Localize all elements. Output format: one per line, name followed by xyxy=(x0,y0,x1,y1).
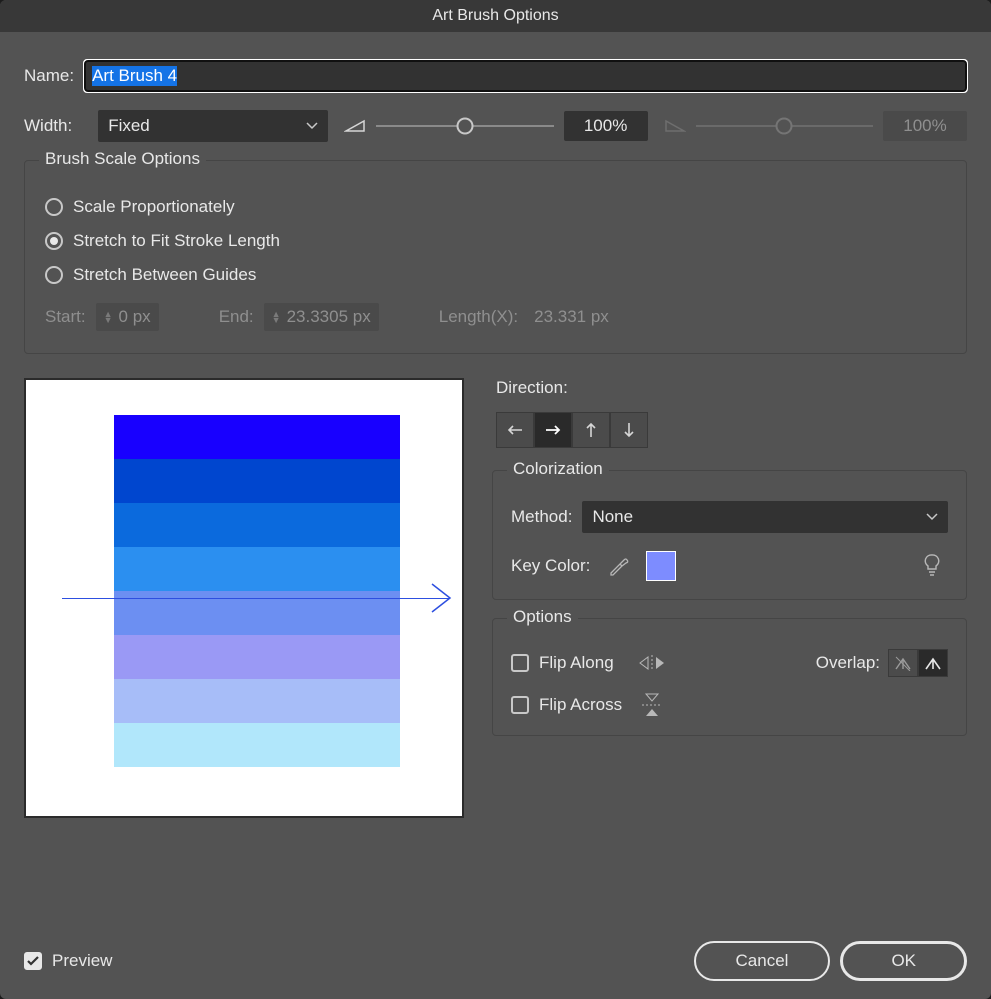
stretch-guides-radio[interactable]: Stretch Between Guides xyxy=(45,265,946,285)
start-spinbox: ▲▼ 0 px xyxy=(96,303,159,331)
overlap-label: Overlap: xyxy=(816,653,880,673)
colorization-section: Colorization Method: None Key Color: xyxy=(492,470,967,600)
key-color-row: Key Color: xyxy=(511,551,948,581)
eyedropper-button[interactable] xyxy=(604,552,632,580)
width-value-2: 100% xyxy=(883,111,967,141)
direction-section: Direction: xyxy=(492,378,967,448)
right-column: Direction: Colorization Method: None xyxy=(492,378,967,927)
width-slider-2 xyxy=(696,116,873,136)
width-select[interactable]: Fixed xyxy=(98,110,328,142)
taper-right-icon xyxy=(664,116,686,136)
ok-button[interactable]: OK xyxy=(840,941,967,981)
cancel-button[interactable]: Cancel xyxy=(694,941,831,981)
arrow-right-icon xyxy=(430,582,456,614)
method-label: Method: xyxy=(511,507,572,527)
arrow-right-icon xyxy=(545,424,561,436)
key-color-label: Key Color: xyxy=(511,556,590,576)
length-value: 23.331 px xyxy=(534,307,609,327)
preview-checkbox[interactable] xyxy=(24,952,42,970)
direction-label: Direction: xyxy=(496,378,967,398)
length-label: Length(X): xyxy=(439,307,518,327)
method-select[interactable]: None xyxy=(582,501,948,533)
spin-arrows-icon: ▲▼ xyxy=(272,311,281,323)
direction-left-button[interactable] xyxy=(496,412,534,448)
art-brush-options-dialog: Art Brush Options Name: Width: Fixed 100… xyxy=(0,0,991,999)
preview-swatch xyxy=(114,635,400,679)
width-slider-2-group: 100% xyxy=(664,111,967,141)
preview-swatches xyxy=(114,415,400,767)
flip-along-row: Flip Along Overlap: xyxy=(511,649,948,677)
preview-swatch xyxy=(114,547,400,591)
options-legend: Options xyxy=(507,607,578,627)
preview-swatch xyxy=(114,459,400,503)
end-spinbox: ▲▼ 23.3305 px xyxy=(264,303,379,331)
name-input[interactable] xyxy=(84,60,967,92)
overlap-none-icon xyxy=(894,655,912,671)
flip-along-checkbox[interactable] xyxy=(511,654,529,672)
end-value: 23.3305 px xyxy=(287,307,371,327)
method-value: None xyxy=(582,501,948,533)
scale-proportionately-radio[interactable]: Scale Proportionately xyxy=(45,197,946,217)
start-label: Start: xyxy=(45,307,86,327)
flip-along-label: Flip Along xyxy=(539,653,614,673)
brush-scale-fieldset: Brush Scale Options Scale Proportionatel… xyxy=(24,160,967,354)
radio-icon xyxy=(45,198,63,216)
tips-button[interactable] xyxy=(922,553,948,579)
spin-arrows-icon: ▲▼ xyxy=(104,311,113,323)
options-section: Options Flip Along Overlap: xyxy=(492,618,967,736)
preview-swatch xyxy=(114,415,400,459)
width-value-1[interactable]: 100% xyxy=(564,111,648,141)
preview-swatch xyxy=(114,503,400,547)
width-label: Width: xyxy=(24,116,72,136)
radio-icon xyxy=(45,266,63,284)
key-color-swatch[interactable] xyxy=(646,551,676,581)
arrow-up-icon xyxy=(585,422,597,438)
dialog-title: Art Brush Options xyxy=(0,0,991,32)
overlap-join-icon xyxy=(924,655,942,671)
arrow-down-icon xyxy=(623,422,635,438)
colorization-legend: Colorization xyxy=(507,459,609,479)
taper-left-icon xyxy=(344,116,366,136)
overlap-group: Overlap: xyxy=(816,649,948,677)
preview-label: Preview xyxy=(52,951,112,971)
name-row: Name: xyxy=(24,60,967,92)
arrow-left-icon xyxy=(507,424,523,436)
name-label: Name: xyxy=(24,66,74,86)
eyedropper-icon xyxy=(607,555,629,577)
direction-down-button[interactable] xyxy=(610,412,648,448)
width-slider-1[interactable] xyxy=(376,116,553,136)
direction-arrow-line xyxy=(62,598,450,599)
width-select-value: Fixed xyxy=(98,110,328,142)
lightbulb-icon xyxy=(922,553,942,577)
radio-icon xyxy=(45,232,63,250)
direction-up-button[interactable] xyxy=(572,412,610,448)
width-row: Width: Fixed 100% 100% xyxy=(24,110,967,142)
brush-preview xyxy=(24,378,464,818)
flip-along-icon xyxy=(638,651,666,675)
end-label: End: xyxy=(219,307,254,327)
stretch-fit-radio[interactable]: Stretch to Fit Stroke Length xyxy=(45,231,946,251)
preview-swatch xyxy=(114,679,400,723)
method-row: Method: None xyxy=(511,501,948,533)
brush-scale-legend: Brush Scale Options xyxy=(39,149,206,169)
dialog-content: Name: Width: Fixed 100% xyxy=(0,32,991,999)
direction-buttons xyxy=(496,412,967,448)
width-slider-1-group: 100% xyxy=(344,111,647,141)
radio-label: Stretch to Fit Stroke Length xyxy=(73,231,280,251)
direction-right-button[interactable] xyxy=(534,412,572,448)
overlap-join-button[interactable] xyxy=(918,649,948,677)
start-value: 0 px xyxy=(119,307,151,327)
radio-label: Scale Proportionately xyxy=(73,197,235,217)
flip-across-label: Flip Across xyxy=(539,695,622,715)
flip-across-checkbox[interactable] xyxy=(511,696,529,714)
dialog-footer: Preview Cancel OK xyxy=(24,927,967,981)
overlap-none-button[interactable] xyxy=(888,649,918,677)
flip-across-row: Flip Across xyxy=(511,693,948,717)
lower-section: Direction: Colorization Method: None xyxy=(24,378,967,927)
preview-swatch xyxy=(114,723,400,767)
flip-across-icon xyxy=(638,693,666,717)
guides-values-row: Start: ▲▼ 0 px End: ▲▼ 23.3305 px Length… xyxy=(45,303,946,331)
radio-label: Stretch Between Guides xyxy=(73,265,256,285)
